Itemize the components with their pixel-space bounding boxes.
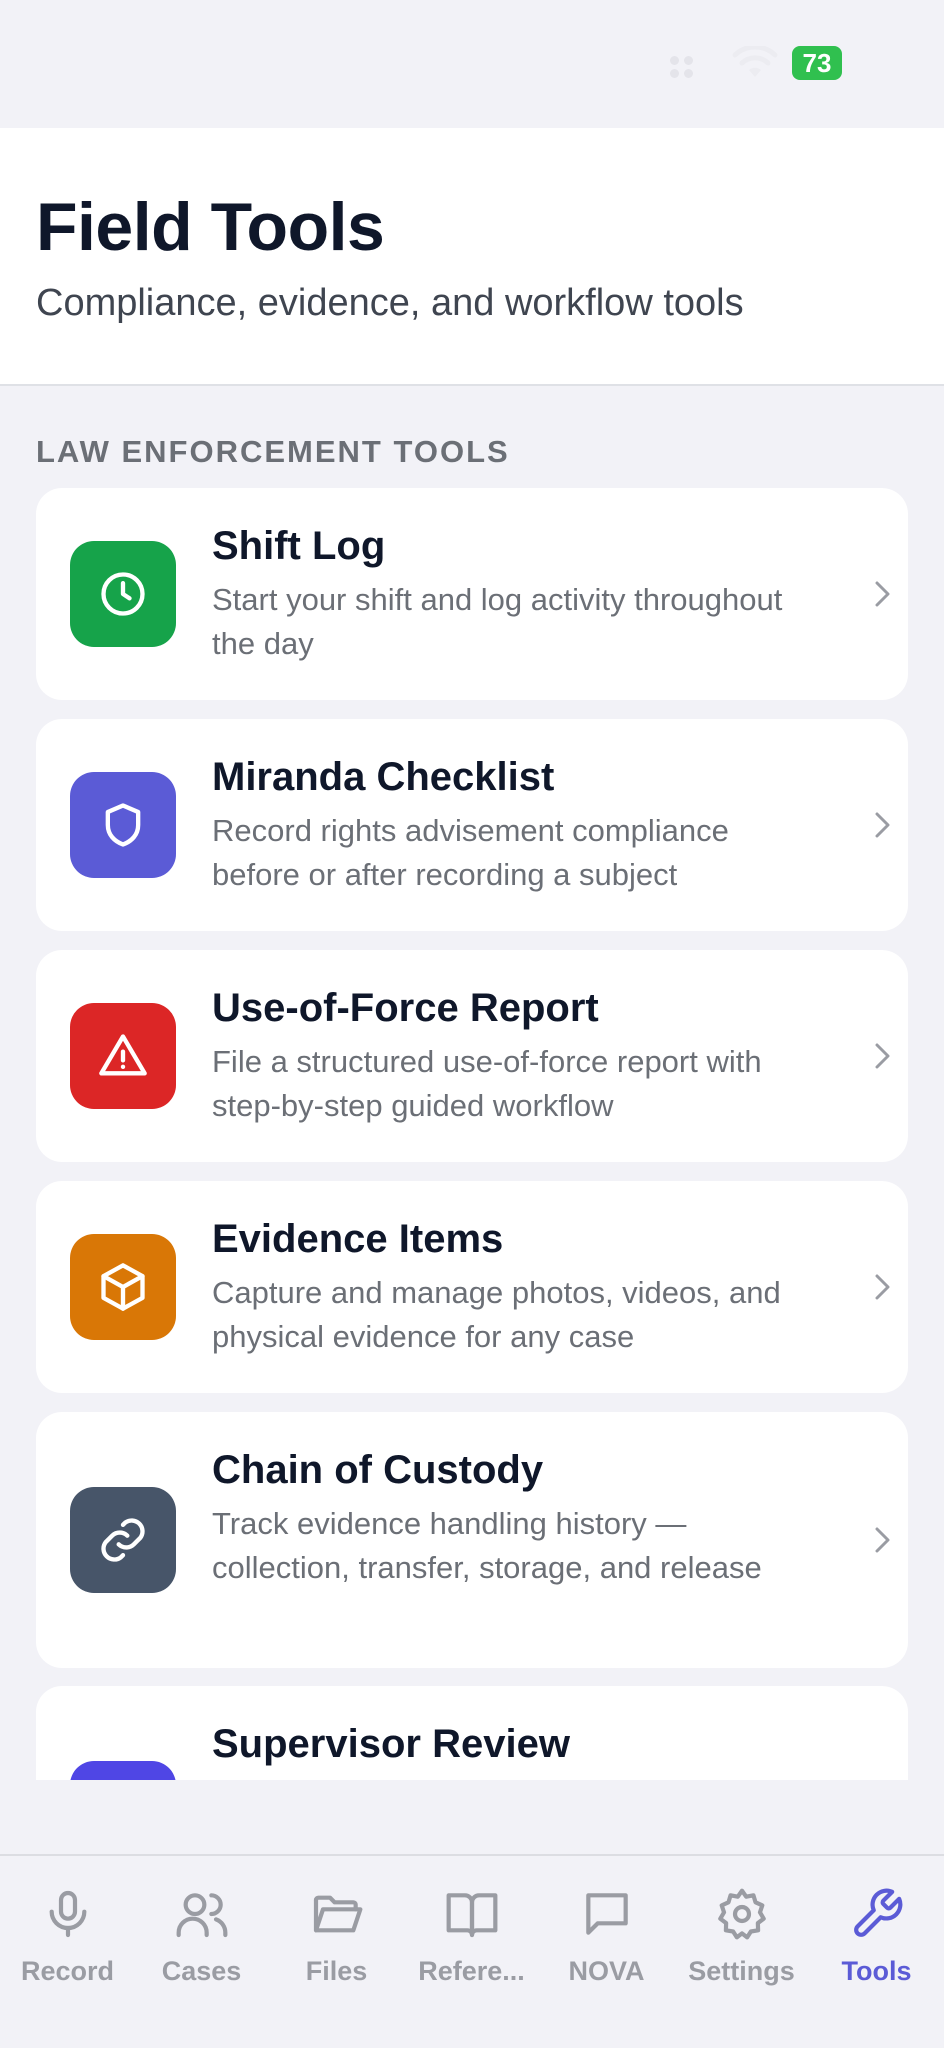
tool-list: Shift Log Start your shift and log activ… — [0, 480, 944, 1780]
users-icon — [176, 1893, 227, 1938]
wifi-icon — [732, 46, 778, 77]
wrench-icon — [853, 1888, 902, 1937]
tool-description: File a structured use-of-force report wi… — [212, 1044, 762, 1123]
chat-icon — [585, 1893, 628, 1935]
status-bar: 21:39 73 — [0, 0, 944, 128]
tab-label: Record — [20, 1956, 115, 1986]
tool-card-shift-log[interactable]: Shift Log Start your shift and log activ… — [36, 488, 908, 700]
tool-card-chain-of-custody[interactable]: Chain of Custody Track evidence handling… — [36, 1412, 908, 1668]
tool-title: Miranda Checklist — [212, 755, 555, 799]
folder-icon — [313, 1895, 362, 1933]
page-title: Field Tools — [36, 189, 385, 265]
chevron-right-icon — [875, 581, 890, 607]
page-header: Field Tools Compliance, evidence, and wo… — [0, 128, 944, 386]
tab-reference[interactable]: Refere... — [404, 1886, 539, 2006]
status-time: 21:39 — [120, 40, 223, 84]
tab-tools[interactable]: Tools — [809, 1886, 944, 2006]
tab-bar: Record Cases Files Refere... NOVA Settin… — [0, 1854, 944, 2048]
tool-card-evidence-items[interactable]: Evidence Items Capture and manage photos… — [36, 1181, 908, 1393]
chevron-right-icon — [875, 1043, 890, 1069]
review-icon — [70, 1761, 176, 1780]
tool-card-supervisor-review[interactable]: Supervisor Review — [36, 1686, 908, 1780]
tool-description: Track evidence handling history — collec… — [212, 1506, 762, 1585]
tool-description: Start your shift and log activity throug… — [212, 582, 783, 661]
chevron-right-icon — [875, 1527, 890, 1553]
tab-label: NOVA — [568, 1956, 645, 1986]
tool-title: Chain of Custody — [212, 1448, 544, 1492]
tab-label: Tools — [841, 1956, 912, 1986]
chevron-right-icon — [875, 1274, 890, 1300]
tab-label: Files — [305, 1956, 368, 1986]
tool-card-use-of-force-report[interactable]: Use-of-Force Report File a structured us… — [36, 950, 908, 1162]
tool-description: Capture and manage photos, videos, and p… — [212, 1275, 781, 1354]
chevron-right-icon — [875, 812, 890, 838]
tool-title: Shift Log — [212, 524, 386, 568]
tool-title: Supervisor Review — [212, 1722, 570, 1766]
tab-label: Refere... — [418, 1956, 525, 1986]
microphone-icon — [49, 1890, 86, 1938]
shield-icon — [70, 772, 176, 878]
tool-description: Record rights advisement compliance befo… — [212, 813, 729, 892]
tab-record[interactable]: Record — [0, 1886, 135, 2006]
tool-card-miranda-checklist[interactable]: Miranda Checklist Record rights adviseme… — [36, 719, 908, 931]
book-icon — [446, 1893, 497, 1938]
link-icon — [70, 1487, 176, 1593]
gear-icon — [717, 1888, 766, 1940]
cellular-signal-icon — [668, 52, 708, 80]
tool-title: Use-of-Force Report — [212, 986, 599, 1030]
tab-label: Settings — [688, 1956, 795, 1986]
tool-title: Evidence Items — [212, 1217, 504, 1261]
battery-indicator: 73 — [792, 46, 842, 80]
tab-label: Cases — [161, 1956, 242, 1986]
page-subtitle: Compliance, evidence, and workflow tools — [36, 282, 744, 324]
section-label: LAW ENFORCEMENT TOOLS — [36, 434, 510, 469]
tab-settings[interactable]: Settings — [674, 1886, 809, 2006]
package-icon — [70, 1234, 176, 1340]
tab-cases[interactable]: Cases — [134, 1886, 269, 2006]
tab-files[interactable]: Files — [269, 1886, 404, 2006]
warning-triangle-icon — [70, 1003, 176, 1109]
clock-icon — [70, 541, 176, 647]
tab-nova[interactable]: NOVA — [539, 1886, 674, 2006]
